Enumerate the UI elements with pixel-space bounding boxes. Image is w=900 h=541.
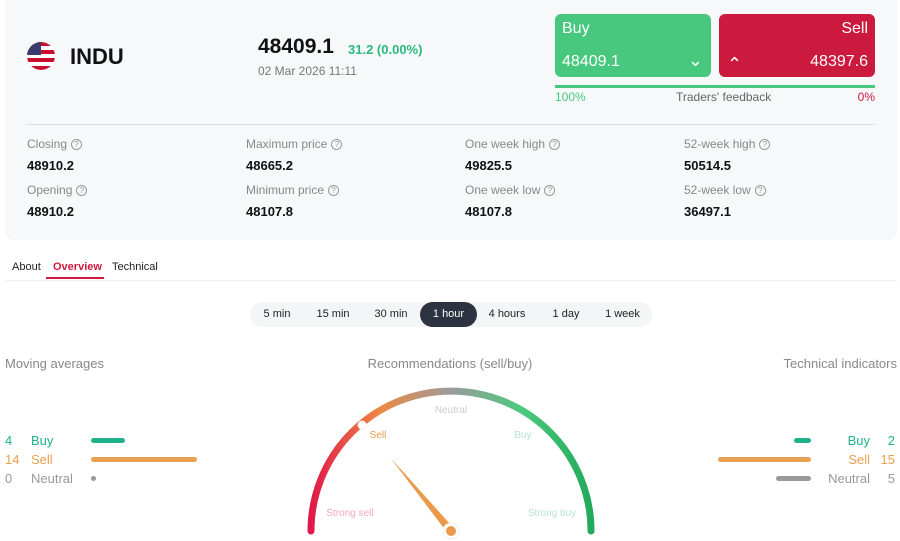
ma-label: Sell — [31, 452, 53, 467]
ma-bar — [91, 457, 197, 462]
stat-label-text: Closing — [27, 137, 68, 151]
help-icon[interactable]: ? — [544, 185, 556, 196]
tab-about[interactable]: About — [12, 261, 41, 273]
ma-count: 0 — [5, 471, 13, 486]
gauge-label-strong-buy: Strong buy — [528, 508, 576, 519]
stat-label-text: Maximum price — [246, 137, 328, 151]
help-icon[interactable]: ? — [76, 185, 88, 196]
gauge-label-neutral: Neutral — [435, 405, 467, 416]
help-icon[interactable]: ? — [754, 185, 766, 196]
ti-label: Sell — [848, 452, 870, 467]
help-icon[interactable]: ? — [759, 139, 771, 150]
stat-label-text: 52-week low — [684, 183, 751, 197]
timeframe-30-min[interactable]: 30 min — [362, 302, 420, 327]
tab-overview[interactable]: Overview — [53, 261, 102, 273]
ti-bar — [794, 438, 811, 443]
ti-count: 15 — [880, 452, 895, 467]
stat-value: 48910.2 — [27, 158, 74, 173]
help-icon[interactable]: ? — [549, 139, 561, 150]
stat-label-text: One week high — [465, 137, 546, 151]
gauge-label-buy: Buy — [514, 430, 531, 441]
ti-bar — [718, 457, 811, 462]
timeframe-1-week[interactable]: 1 week — [595, 302, 650, 327]
help-icon[interactable]: ? — [328, 185, 340, 196]
help-icon[interactable]: ? — [71, 139, 83, 150]
ma-bar — [91, 438, 125, 443]
gauge-label-strong-sell: Strong sell — [326, 508, 373, 519]
timeframe-1-hour[interactable]: 1 hour — [420, 302, 477, 327]
timeframe-15-min[interactable]: 15 min — [304, 302, 362, 327]
ti-count: 2 — [887, 433, 895, 448]
gauge-needle — [390, 457, 455, 534]
stat-value: 48107.8 — [246, 204, 293, 219]
help-icon[interactable]: ? — [331, 139, 343, 150]
stat-value: 49825.5 — [465, 158, 512, 173]
timeframe-1-day[interactable]: 1 day — [537, 302, 595, 327]
stat-label: 52-week low? — [684, 183, 766, 197]
tab-technical[interactable]: Technical — [112, 261, 158, 273]
timeframe-5-min[interactable]: 5 min — [252, 302, 302, 327]
stat-label: Closing? — [27, 137, 83, 151]
gauge-hub — [446, 526, 456, 536]
stat-value: 48665.2 — [246, 158, 293, 173]
stat-value: 50514.5 — [684, 158, 731, 173]
stat-label-text: One week low — [465, 183, 541, 197]
ma-count: 4 — [5, 433, 13, 448]
stat-label: One week low? — [465, 183, 556, 197]
stat-label: 52-week high? — [684, 137, 771, 151]
stat-value: 48107.8 — [465, 204, 512, 219]
stat-label: Minimum price? — [246, 183, 340, 197]
stat-label: Opening? — [27, 183, 88, 197]
ti-label: Buy — [847, 433, 870, 448]
ma-count: 14 — [5, 452, 20, 467]
gauge-marker — [357, 420, 367, 430]
ma-label: Neutral — [31, 471, 73, 486]
timeframe-4-hours[interactable]: 4 hours — [478, 302, 536, 327]
stat-label: One week high? — [465, 137, 561, 151]
stat-value: 48910.2 — [27, 204, 74, 219]
stat-label-text: Minimum price — [246, 183, 325, 197]
stat-label-text: Opening — [27, 183, 73, 197]
ma-bar — [91, 476, 96, 481]
ti-bar — [776, 476, 811, 481]
ti-label: Neutral — [828, 471, 870, 486]
ma-label: Buy — [31, 433, 54, 448]
stat-label-text: 52-week high — [684, 137, 756, 151]
gauge-label-sell: Sell — [370, 430, 387, 441]
ti-count: 5 — [887, 471, 895, 486]
stat-value: 36497.1 — [684, 204, 731, 219]
stat-label: Maximum price? — [246, 137, 343, 151]
